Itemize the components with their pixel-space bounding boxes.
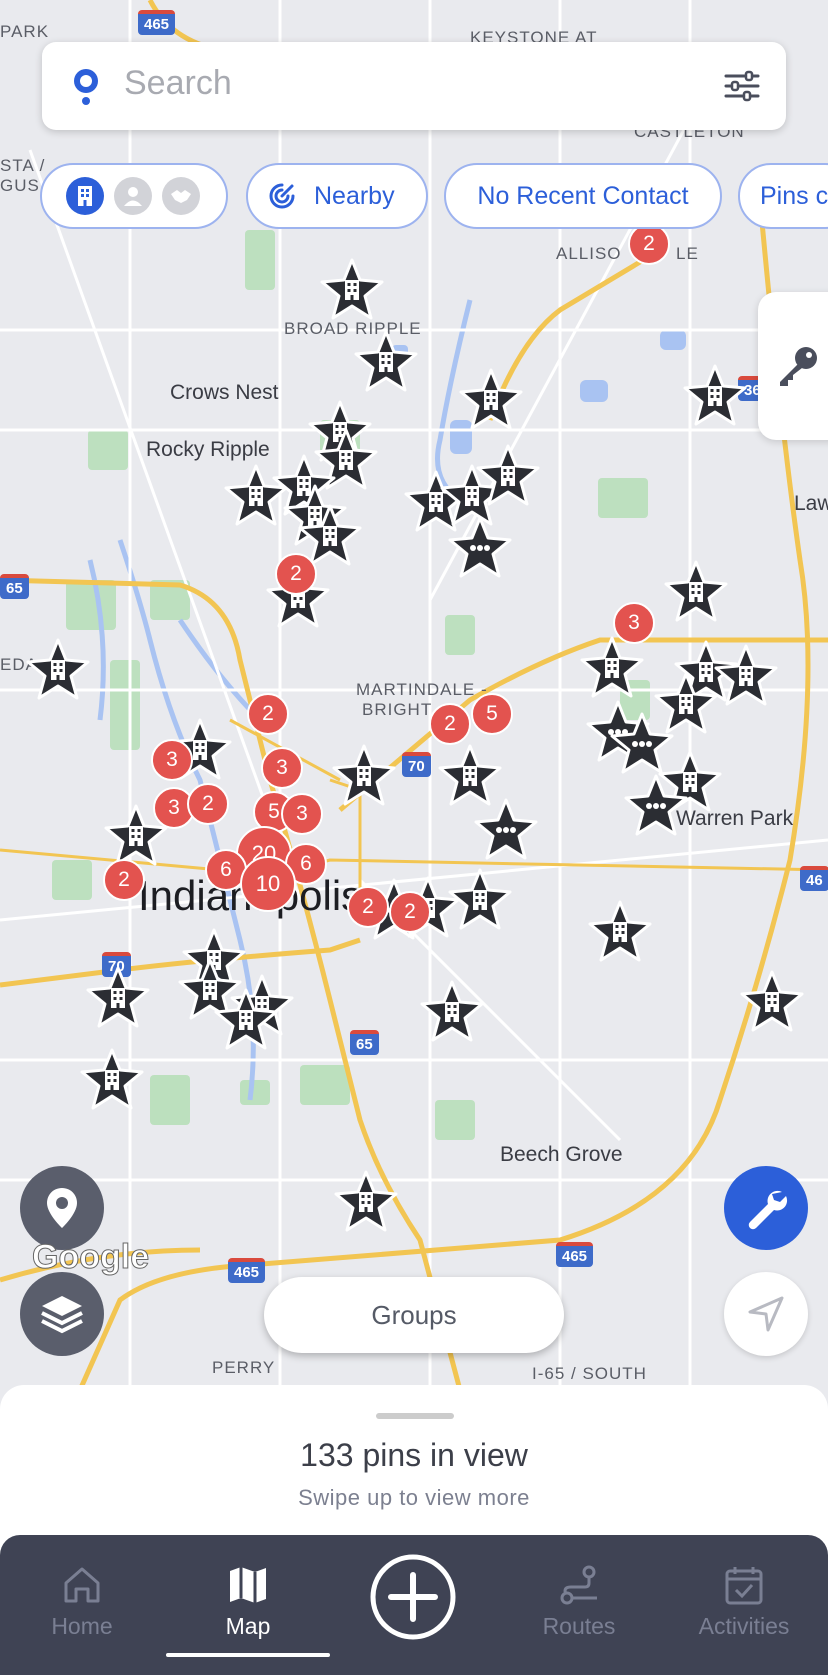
account-pin-building-icon[interactable] (26, 638, 90, 702)
tab-routes[interactable]: Routes (519, 1563, 639, 1640)
account-pin-building-icon[interactable] (683, 364, 747, 428)
pin-type-toggle[interactable] (40, 163, 228, 229)
search-input[interactable]: Search (124, 64, 232, 103)
app-logo-icon (74, 69, 98, 105)
building-icon[interactable] (66, 177, 104, 215)
cluster-badge[interactable]: 2 (347, 886, 389, 928)
map-icon (230, 1567, 266, 1603)
layers-icon (41, 1296, 83, 1334)
layers-button[interactable] (20, 1272, 104, 1356)
cluster-badge[interactable]: 2 (103, 859, 145, 901)
cluster-badge[interactable]: 2 (187, 783, 229, 825)
nearby-chip[interactable]: Nearby (246, 163, 428, 229)
bottom-tab-bar: Home Map Routes Activities (0, 1535, 828, 1675)
account-pin-building-icon[interactable] (86, 966, 150, 1030)
account-pin-building-icon[interactable] (420, 980, 484, 1044)
cluster-badge[interactable]: 3 (261, 747, 303, 789)
account-pin-building-icon[interactable] (80, 1048, 144, 1112)
map-pin-icon (47, 1188, 77, 1228)
key-icon (780, 347, 817, 386)
account-pin-building-icon[interactable] (580, 636, 644, 700)
cluster-badge[interactable]: 2 (628, 223, 670, 265)
cluster-badge[interactable]: 2 (247, 693, 289, 735)
navigation-arrow-icon (748, 1296, 784, 1332)
active-tab-indicator (166, 1653, 330, 1657)
handshake-icon[interactable] (162, 177, 200, 215)
cluster-badge[interactable]: 2 (429, 703, 471, 745)
wrench-icon (748, 1190, 788, 1230)
account-pin-building-icon[interactable] (214, 988, 278, 1052)
account-pin-building-icon[interactable] (588, 900, 652, 964)
groups-button[interactable]: Groups (264, 1277, 564, 1353)
cluster-badge[interactable]: 3 (613, 602, 655, 644)
account-pin-building-icon[interactable] (448, 868, 512, 932)
tab-label: Map (225, 1613, 271, 1639)
cluster-badge[interactable]: 10 (240, 856, 296, 912)
tab-label: Home (51, 1613, 113, 1639)
no-recent-contact-label: No Recent Contact (477, 181, 689, 210)
tab-label: Routes (542, 1613, 616, 1639)
radar-icon (269, 183, 295, 209)
calendar-check-icon (725, 1567, 763, 1605)
google-logo: Google (31, 1238, 150, 1277)
cluster-badge[interactable]: 3 (151, 739, 193, 781)
cluster-badge[interactable]: 5 (471, 693, 513, 735)
pins-chip-label: Pins c (760, 181, 828, 210)
cluster-badge[interactable]: 2 (389, 891, 431, 933)
no-recent-contact-chip[interactable]: No Recent Contact (444, 163, 722, 229)
cluster-badge[interactable]: 3 (281, 793, 323, 835)
route-icon (560, 1565, 597, 1605)
account-pin-building-icon[interactable] (740, 970, 804, 1034)
cluster-badge[interactable]: 2 (275, 553, 317, 595)
account-pin-building-icon[interactable] (459, 368, 523, 432)
account-pin-note-icon[interactable] (448, 516, 512, 580)
pins-in-view-count: 133 pins in view (300, 1437, 528, 1473)
my-location-button[interactable] (724, 1272, 808, 1356)
account-pin-building-icon[interactable] (354, 330, 418, 394)
search-bar[interactable]: Search (42, 42, 786, 130)
account-pin-building-icon[interactable] (320, 258, 384, 322)
tab-activities[interactable]: Activities (684, 1563, 804, 1640)
sheet-handle[interactable] (376, 1413, 454, 1419)
account-pin-note-icon[interactable] (474, 798, 538, 862)
key-tab[interactable] (758, 292, 828, 440)
nearby-label: Nearby (314, 181, 395, 210)
home-icon (64, 1567, 100, 1603)
pins-chip[interactable]: Pins c (738, 163, 828, 229)
account-pin-building-icon[interactable] (334, 1170, 398, 1234)
tools-button[interactable] (724, 1166, 808, 1250)
tab-map[interactable]: Map (188, 1563, 308, 1640)
tab-home[interactable]: Home (22, 1563, 142, 1640)
tab-label: Activities (698, 1613, 790, 1639)
plus-circle-icon[interactable] (369, 1553, 457, 1641)
account-pin-note-icon[interactable] (624, 774, 688, 838)
account-pin-building-icon[interactable] (714, 644, 778, 708)
filter-icon[interactable] (724, 70, 760, 102)
account-pin-building-icon[interactable] (664, 560, 728, 624)
account-pin-building-icon[interactable] (332, 744, 396, 808)
swipe-hint: Swipe up to view more (298, 1485, 530, 1510)
account-pin-building-icon[interactable] (476, 444, 540, 508)
person-icon[interactable] (114, 177, 152, 215)
